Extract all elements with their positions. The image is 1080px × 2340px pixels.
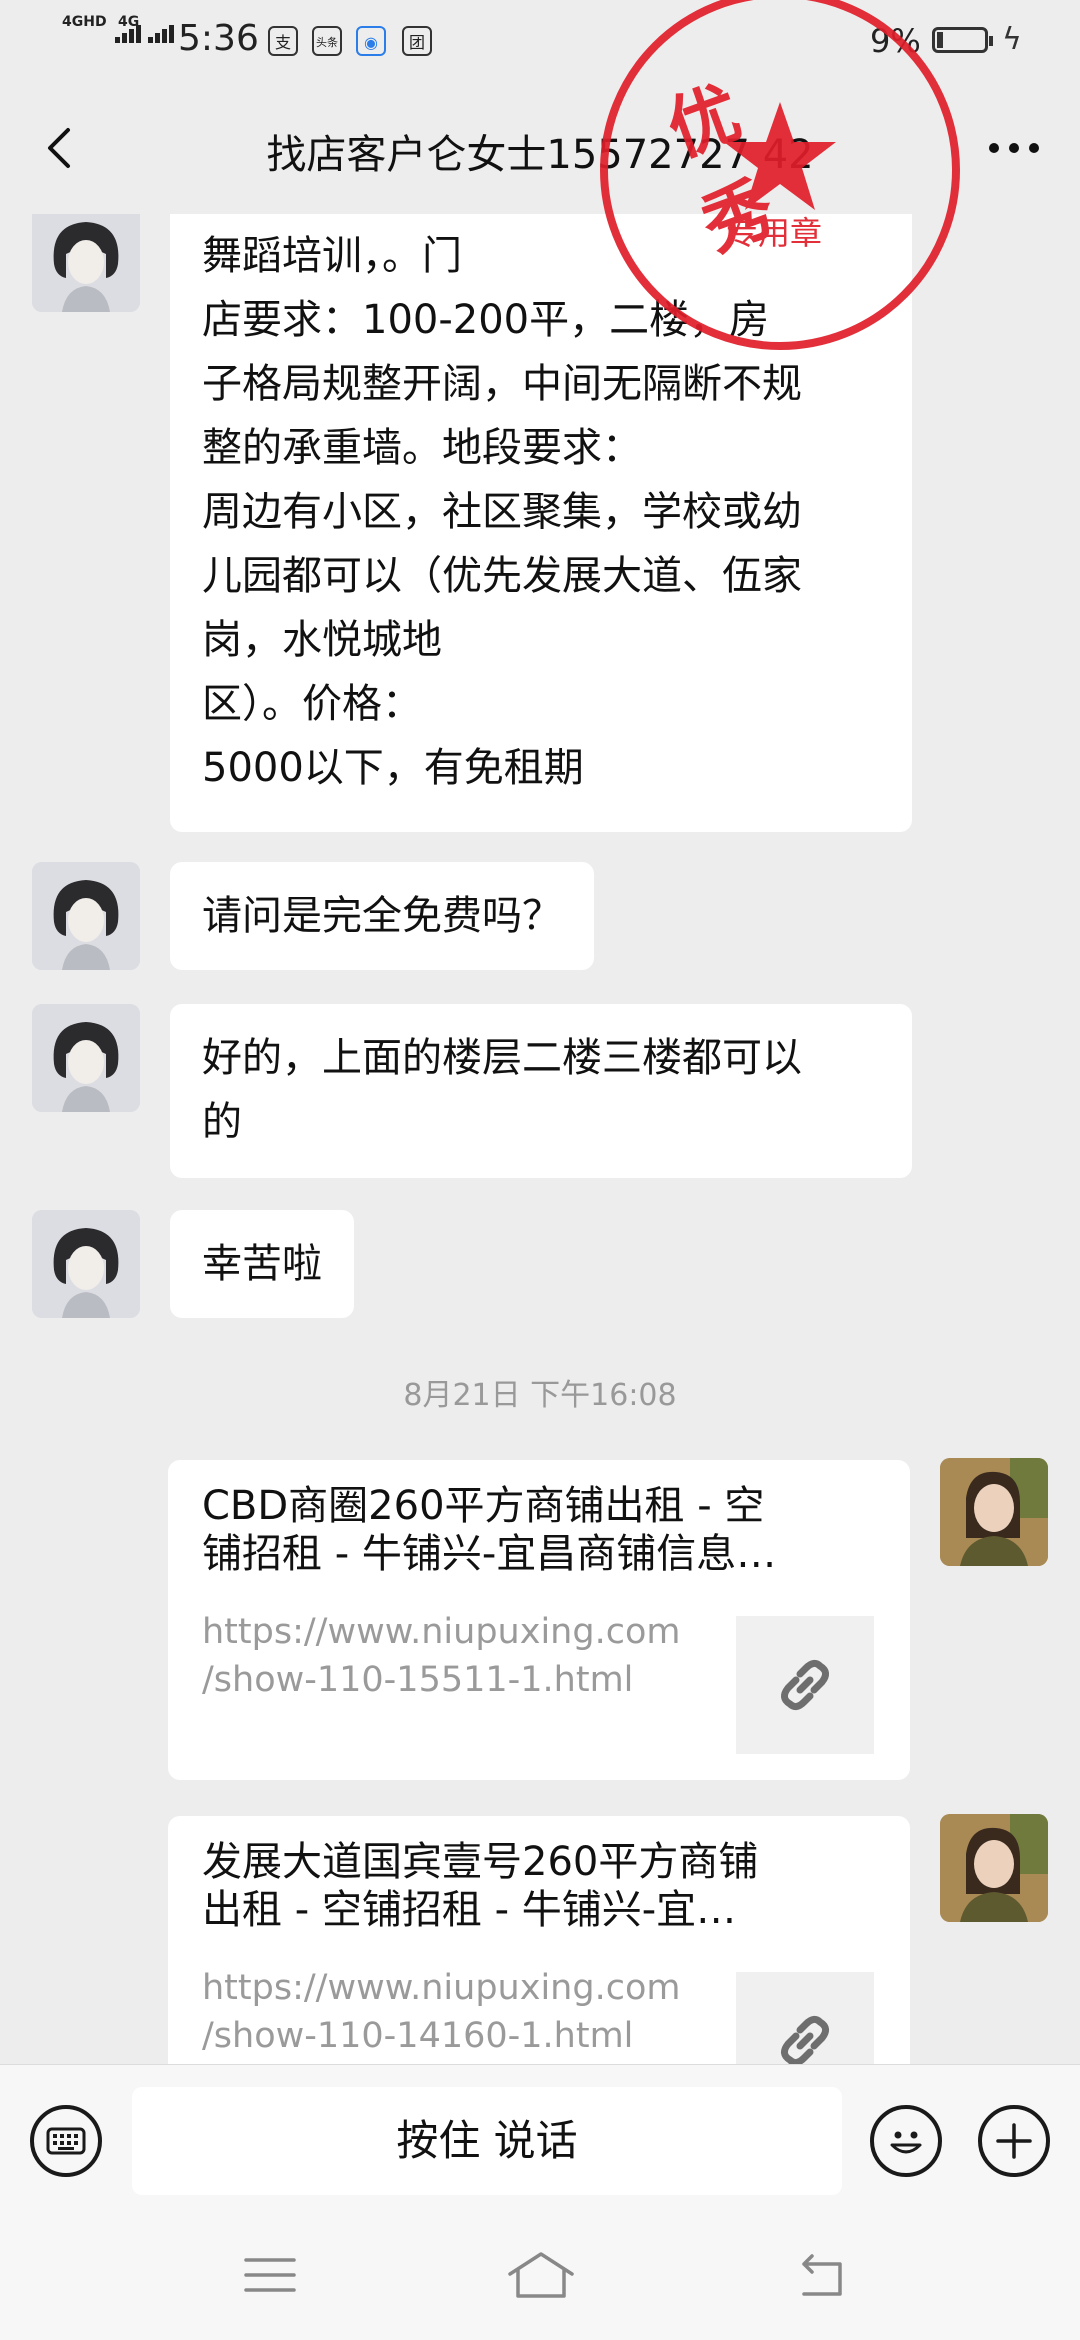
link-title-line: 出租 - 空铺招租 - 牛铺兴-宜… [202,1887,737,1933]
message-line-part: 整的承重墙。 [202,425,442,471]
message-line: 子格局规整开阔，中间无隔断不规 [202,352,880,416]
message-line-part: 店要求：100-200平，二楼，房 [202,297,770,343]
message-bubble[interactable]: 请问是完全免费吗？ [170,862,594,970]
message-line: 区）。价格： [202,672,880,736]
message-text: 请问是完全免费吗？ [202,893,562,939]
chat-title: 找店客户仑女士15572727 42 [266,132,814,178]
clock: 5:36 [178,18,259,59]
signal-4g: 4G [118,14,176,43]
message-text: 幸苦啦 [202,1241,322,1287]
message-timestamp: 8月21日 下午16:08 [403,1378,677,1413]
chat-header: 找店客户仑女士15572727 42 [0,84,1080,214]
contact-avatar[interactable] [32,214,140,312]
link-url: https://www.niupuxing.com /show-110-1551… [202,1608,722,1704]
link-title: CBD商圈260平方商铺出租 - 空 铺招租 - 牛铺兴-宜昌商铺信息… [202,1482,862,1578]
link-title-line: 铺招租 - 牛铺兴-宜昌商铺信息… [202,1531,777,1577]
link-title-line: CBD商圈260平方商铺出租 - 空 [202,1483,765,1529]
link-url-line: https://www.niupuxing.com [202,1612,681,1652]
link-url-line: /show-110-15511-1.html [202,1660,634,1700]
plus-icon [996,2123,1032,2159]
message-bubble-requirements[interactable]: 舞蹈培训，。门 店要求：100-200平，二楼，房 子格局规整开阔，中间无隔断不规整… [170,214,912,832]
message-text: 好的，上面的楼层二楼三楼都可以的 [170,1026,912,1154]
signal-bars-icon [147,22,176,43]
message-text: 舞蹈培训，。门 店要求：100-200平，二楼，房 子格局规整开阔，中间无隔断不规整… [170,224,912,800]
message-bubble[interactable]: 幸苦啦 [170,1210,354,1318]
message-line-part: 地段要求： [442,425,642,471]
more-options-icon[interactable] [984,120,1044,176]
battery-icon [932,27,993,53]
message-line-part: 周边有小区，社区聚集，学校或幼 [202,489,802,535]
message-line: 整的承重墙。地段要求： [202,416,880,480]
message-line-part: 子格局规整开阔，中间无隔断不规 [202,361,802,407]
alipay-icon: 支 [268,26,298,56]
menu-icon[interactable] [240,2250,300,2300]
message-bubble[interactable]: 好的，上面的楼层二楼三楼都可以的 [170,1004,912,1178]
link-url: https://www.niupuxing.com /show-110-1416… [202,1964,722,2060]
status-bar: 4GHD 4G 5:36 支 头条 ◉ 团 9% ϟ [0,0,1080,84]
home-icon[interactable] [504,2250,578,2300]
message-list[interactable]: 舞蹈培训，。门 店要求：100-200平，二楼，房 子格局规整开阔，中间无隔断不规整… [0,214,1080,2064]
emoji-icon [890,2131,922,2154]
charging-icon: ϟ [1002,22,1022,57]
my-avatar[interactable] [940,1458,1048,1566]
tuan-icon: 团 [402,26,432,56]
system-nav-bar [0,2214,1080,2340]
link-url-line: /show-110-14160-1.html [202,2016,634,2056]
keyboard-icon [46,2127,86,2155]
message-line: 的 [202,1099,242,1145]
message-line-part: 区）。 [202,681,302,727]
message-line: 岗，水悦城地 [202,608,880,672]
message-line-part: 舞蹈培训，。 [202,233,422,279]
input-bar: 按住 说话 [0,2064,1080,2215]
keyboard-toggle-button[interactable] [30,2105,102,2177]
link-card[interactable]: CBD商圈260平方商铺出租 - 空 铺招租 - 牛铺兴-宜昌商铺信息… htt… [168,1460,910,1780]
message-line-part: 5000以下，有免租期 [202,745,584,791]
contact-avatar[interactable] [32,862,140,970]
link-title-line: 发展大道国宾壹号260平方商铺 [202,1839,759,1885]
contact-avatar[interactable] [32,1210,140,1318]
message-line: 好的，上面的楼层二楼三楼都可以 [202,1035,802,1081]
message-line-part: 价格： [302,681,422,727]
battery-percent: 9% [870,22,921,60]
message-line: 店要求：100-200平，二楼，房 [202,288,880,352]
toutiao-icon: 头条 [312,26,342,56]
message-line-part: 儿园都可以（优先发展大道、伍家 [202,553,802,599]
link-card[interactable]: 发展大道国宾壹号260平方商铺 出租 - 空铺招租 - 牛铺兴-宜… https… [168,1816,910,2064]
message-line-part: 门 [422,233,462,279]
back-nav-icon[interactable] [790,2250,850,2300]
link-icon [736,1616,874,1754]
message-line: 周边有小区，社区聚集，学校或幼 [202,480,880,544]
network-type-label: 4G [118,14,140,30]
hold-to-talk-button[interactable]: 按住 说话 [132,2087,842,2195]
message-line: 5000以下，有免租期 [202,736,880,800]
network-type-label: 4GHD [62,14,107,30]
my-avatar[interactable] [940,1814,1048,1922]
message-line: 舞蹈培训，。门 [202,224,880,288]
message-line-part: 岗，水悦城地 [202,617,442,663]
link-title: 发展大道国宾壹号260平方商铺 出租 - 空铺招租 - 牛铺兴-宜… [202,1838,862,1934]
contact-avatar[interactable] [32,1004,140,1112]
emoji-button[interactable] [870,2105,942,2177]
link-url-line: https://www.niupuxing.com [202,1968,681,2008]
link-icon [736,1972,874,2064]
wifi-icon: ◉ [356,26,386,56]
more-functions-button[interactable] [978,2105,1050,2177]
message-line: 儿园都可以（优先发展大道、伍家 [202,544,880,608]
